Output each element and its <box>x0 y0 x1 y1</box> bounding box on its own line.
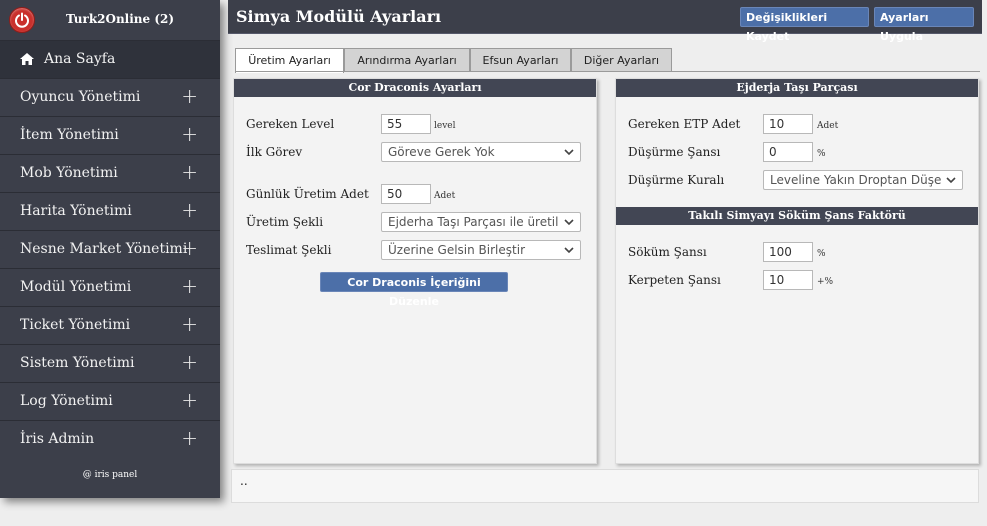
daily-count-input[interactable]: 50 <box>381 184 431 204</box>
plus-icon: + <box>181 160 198 184</box>
sidebar-title: Turk2Online (2) <box>65 12 175 26</box>
sidebar-item-label: Log Yönetimi <box>20 393 113 409</box>
dragon-stone-panel: Ejderja Taşı Parçası Gereken ETP Adet 10… <box>615 78 979 464</box>
status-bar: .. <box>231 469 979 503</box>
production-type-select[interactable]: Ejderha Taşı Parçası ile üretil <box>381 212 581 232</box>
panel-title: Ejderja Taşı Parçası <box>616 79 978 97</box>
removal-chance-label: Söküm Şansı <box>628 245 707 259</box>
percent-unit: % <box>817 249 826 259</box>
sidebar-item-system[interactable]: Sistem Yönetimi + <box>0 344 220 382</box>
page-title: Simya Modülü Ayarları <box>236 7 442 26</box>
sidebar-item-label: İris Admin <box>20 431 95 447</box>
required-level-label: Gereken Level <box>246 117 335 131</box>
sidebar-item-home[interactable]: Ana Sayfa <box>0 40 220 78</box>
chevron-down-icon <box>564 219 574 226</box>
chevron-down-icon <box>564 149 574 156</box>
plus-icon: + <box>181 388 198 412</box>
sidebar-item-label: Mob Yönetimi <box>20 165 118 181</box>
drop-chance-input[interactable]: 0 <box>763 142 813 162</box>
sidebar-item-label: Sistem Yönetimi <box>20 355 135 371</box>
drop-chance-label: Düşürme Şansı <box>628 145 721 159</box>
sidebar: Turk2Online (2) Ana Sayfa Oyuncu Yönetim… <box>0 0 220 498</box>
sidebar-item-label: Ticket Yönetimi <box>20 317 131 333</box>
status-text: .. <box>240 474 248 488</box>
plus-icon: + <box>181 274 198 298</box>
sidebar-item-label: İtem Yönetimi <box>20 127 119 143</box>
plus-icon: + <box>181 426 198 450</box>
sidebar-item-maps[interactable]: Harita Yönetimi + <box>0 192 220 230</box>
tab-enchant[interactable]: Efsun Ayarları <box>470 48 571 72</box>
plus-icon: + <box>181 84 198 108</box>
first-task-value: Göreve Gerek Yok <box>388 145 495 159</box>
drop-rule-select[interactable]: Leveline Yakın Droptan Düşe <box>763 170 963 190</box>
sidebar-item-label: Ana Sayfa <box>44 51 116 67</box>
sidebar-item-logs[interactable]: Log Yönetimi + <box>0 382 220 420</box>
sidebar-item-mobs[interactable]: Mob Yönetimi + <box>0 154 220 192</box>
tab-refining[interactable]: Arındırma Ayarları <box>344 48 470 72</box>
sidebar-item-players[interactable]: Oyuncu Yönetimi + <box>0 78 220 116</box>
sidebar-item-tickets[interactable]: Ticket Yönetimi + <box>0 306 220 344</box>
panel-title: Cor Draconis Ayarları <box>234 79 596 97</box>
first-task-label: İlk Görev <box>246 145 303 159</box>
plus-icon: + <box>181 236 198 260</box>
tab-other[interactable]: Diğer Ayarları <box>571 48 672 72</box>
plus-icon: + <box>181 198 198 222</box>
cor-draconis-panel: Cor Draconis Ayarları Gereken Level 55 l… <box>233 78 597 464</box>
sidebar-item-label: Harita Yönetimi <box>20 203 132 219</box>
sidebar-item-items[interactable]: İtem Yönetimi + <box>0 116 220 154</box>
sidebar-item-label: Nesne Market Yönetimi <box>20 241 188 257</box>
chevron-down-icon <box>564 247 574 254</box>
tab-divider <box>235 71 980 72</box>
apply-settings-button[interactable]: Ayarları Uygula <box>874 7 974 43</box>
delivery-type-label: Teslimat Şekli <box>246 243 332 257</box>
sidebar-item-label: Oyuncu Yönetimi <box>20 89 141 105</box>
pliers-chance-label: Kerpeten Şansı <box>628 273 721 287</box>
plus-icon: + <box>181 312 198 336</box>
section-title: Takılı Simyayı Söküm Şans Faktörü <box>616 207 978 225</box>
removal-chance-input[interactable]: 100 <box>763 242 813 262</box>
production-type-value: Ejderha Taşı Parçası ile üretil <box>388 215 559 229</box>
sidebar-item-modules[interactable]: Modül Yönetimi + <box>0 268 220 306</box>
plus-icon: + <box>181 350 198 374</box>
page-header: Simya Modülü Ayarları Değişiklikleri Kay… <box>228 0 982 43</box>
plus-percent-unit: +% <box>817 277 834 287</box>
home-icon <box>20 53 34 65</box>
tab-production[interactable]: Üretim Ayarları <box>235 48 344 73</box>
delivery-type-select[interactable]: Üzerine Gelsin Birleştir <box>381 240 581 260</box>
save-changes-button[interactable]: Değişiklikleri Kaydet <box>740 7 869 43</box>
drop-rule-value: Leveline Yakın Droptan Düşe <box>770 173 942 187</box>
delivery-type-value: Üzerine Gelsin Birleştir <box>388 243 525 257</box>
pliers-chance-input[interactable]: 10 <box>763 270 813 290</box>
plus-icon: + <box>181 122 198 146</box>
drop-rule-label: Düşürme Kuralı <box>628 173 725 187</box>
required-etp-input[interactable]: 10 <box>763 114 813 134</box>
production-type-label: Üretim Şekli <box>246 215 324 229</box>
sidebar-header: Turk2Online (2) <box>0 0 220 40</box>
chevron-down-icon <box>946 177 956 184</box>
sidebar-item-label: Modül Yönetimi <box>20 279 132 295</box>
sidebar-footer: @ iris panel <box>82 470 138 480</box>
required-etp-label: Gereken ETP Adet <box>628 117 741 131</box>
first-task-select[interactable]: Göreve Gerek Yok <box>381 142 581 162</box>
percent-unit: % <box>817 149 826 159</box>
edit-cor-draconis-button[interactable]: Cor Draconis İçeriğini Düzenle <box>320 272 508 308</box>
required-level-input[interactable]: 55 <box>381 114 431 134</box>
sidebar-item-iris-admin[interactable]: İris Admin + <box>0 420 220 458</box>
daily-count-label: Günlük Üretim Adet <box>246 187 369 201</box>
sidebar-item-item-market[interactable]: Nesne Market Yönetimi + <box>0 230 220 268</box>
level-unit: level <box>434 121 456 131</box>
count-unit: Adet <box>434 191 456 201</box>
etp-unit: Adet <box>817 121 839 131</box>
